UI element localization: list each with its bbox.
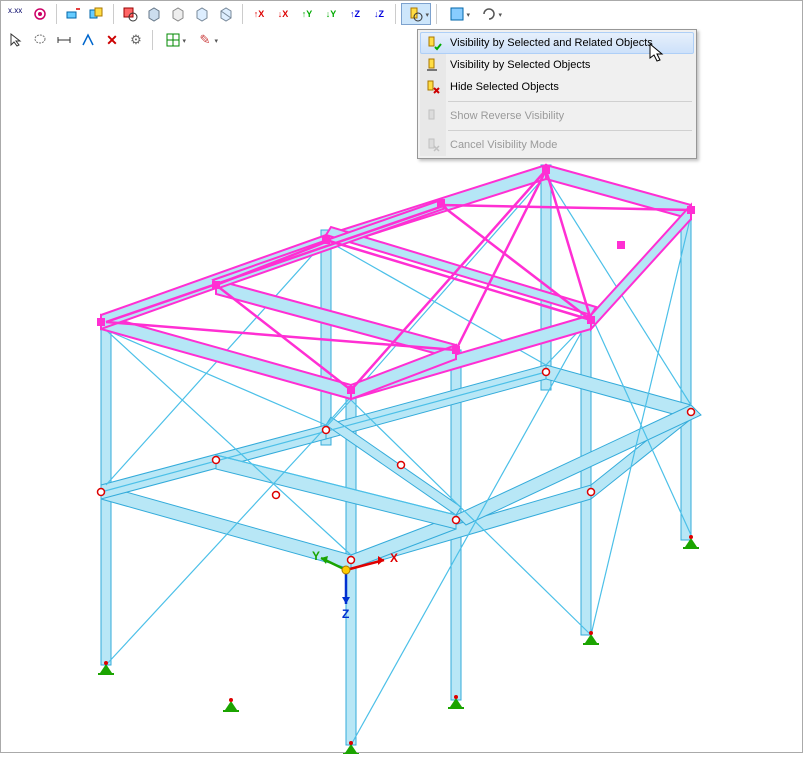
menu-item-label: Visibility by Selected and Related Objec… (450, 37, 653, 49)
menu-item-label: Visibility by Selected Objects (450, 59, 590, 71)
axis-neg-x-button[interactable]: ↓X (272, 3, 294, 25)
supports (98, 486, 699, 754)
menu-item-hide-selected[interactable]: Hide Selected Objects (420, 76, 694, 98)
lasso-button[interactable] (29, 29, 51, 51)
pointer-button[interactable] (5, 29, 27, 51)
move-button[interactable] (62, 3, 84, 25)
axis-y-button[interactable]: ↑Y (296, 3, 318, 25)
menu-item-show-reverse: Show Reverse Visibility (420, 105, 694, 127)
toolbar-row-1: x.xx ↑X ↓X ↑Y ↓Y ↑Z ↓Z (1, 1, 802, 27)
box4-button[interactable] (215, 3, 237, 25)
mouse-cursor-icon (649, 43, 665, 63)
separator (395, 4, 396, 24)
menu-item-cancel-visibility: Cancel Visibility Mode (420, 134, 694, 156)
model-viewport[interactable]: X Y Z (1, 55, 802, 752)
axis-z-label: Z (342, 607, 349, 621)
microscope-cancel-icon (425, 137, 441, 153)
menu-separator (448, 130, 692, 131)
rotate-dropdown-button[interactable] (474, 3, 504, 25)
axis-y-label: Y (312, 549, 320, 563)
visibility-dropdown-button[interactable] (401, 3, 431, 25)
menu-item-label: Show Reverse Visibility (450, 110, 564, 122)
grid-green-dropdown-button[interactable] (158, 29, 188, 51)
microscope-check-icon (426, 36, 442, 52)
microscope-rev-icon (425, 108, 441, 124)
selected-upper-structure (101, 165, 691, 399)
axis-x-label: X (390, 551, 398, 565)
separator (242, 4, 243, 24)
delete-button[interactable]: ✕ (101, 29, 123, 51)
separator (436, 4, 437, 24)
separator (56, 4, 57, 24)
menu-item-label: Cancel Visibility Mode (450, 139, 557, 151)
microscope-icon (425, 57, 441, 73)
separator (152, 30, 153, 50)
axis-neg-y-button[interactable]: ↓Y (320, 3, 342, 25)
model-check-button[interactable] (119, 3, 141, 25)
units-xxx-button[interactable]: x.xx (5, 3, 27, 25)
copy-button[interactable] (86, 3, 108, 25)
box2-button[interactable] (167, 3, 189, 25)
axis-x-button[interactable]: ↑X (248, 3, 270, 25)
dimension-button[interactable] (53, 29, 75, 51)
axis-neg-z-button[interactable]: ↓Z (368, 3, 390, 25)
menu-item-label: Hide Selected Objects (450, 81, 559, 93)
mirror-button[interactable] (77, 29, 99, 51)
view-mode-dropdown-button[interactable] (442, 3, 472, 25)
settings-button[interactable]: ⚙ (125, 29, 147, 51)
menu-separator (448, 101, 692, 102)
separator (113, 4, 114, 24)
visualize-button[interactable] (29, 3, 51, 25)
box3-button[interactable] (191, 3, 213, 25)
axis-z-button[interactable]: ↑Z (344, 3, 366, 25)
pen-dropdown-button[interactable]: ✎ (190, 29, 220, 51)
microscope-x-icon (425, 79, 441, 95)
box1-button[interactable] (143, 3, 165, 25)
